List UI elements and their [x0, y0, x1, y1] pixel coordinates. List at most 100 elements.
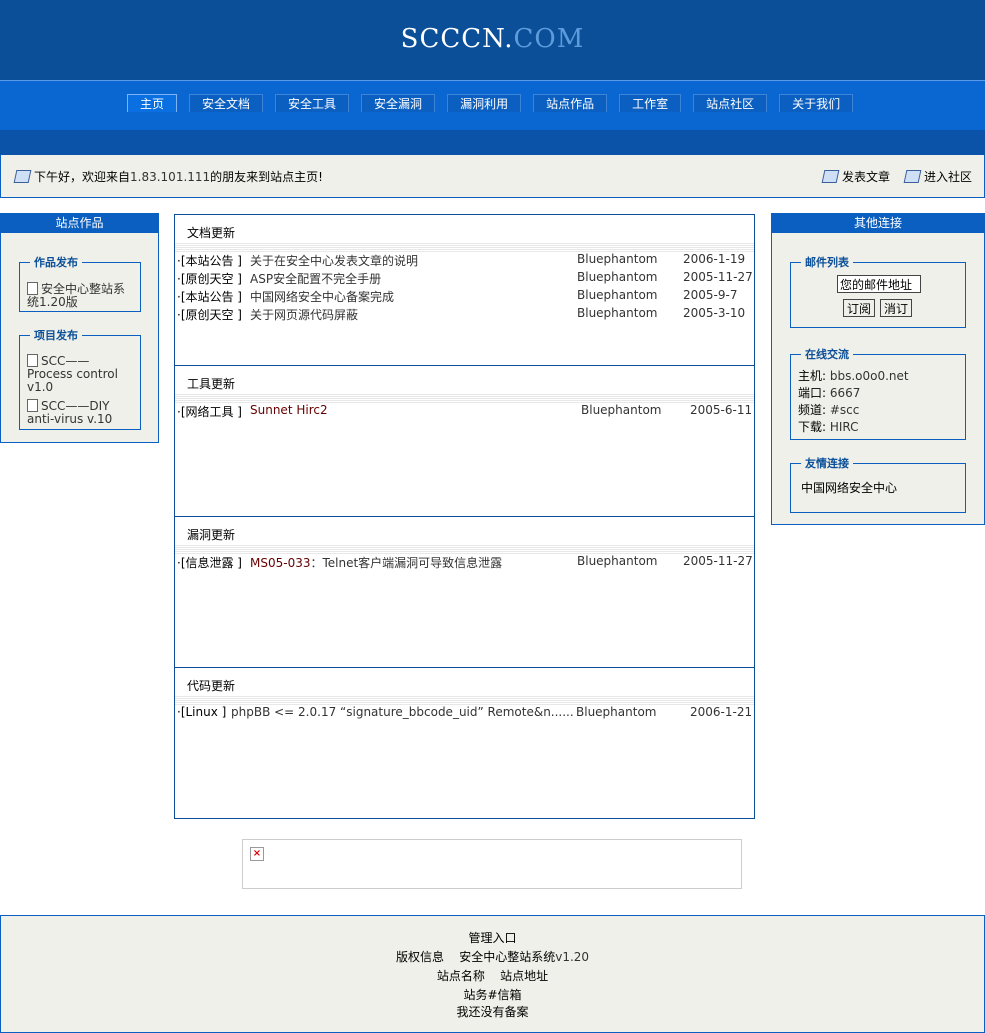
row-title-text: ：Telnet客户端漏洞可导致信息泄露 [310, 556, 503, 570]
row-author: Bluephantom [576, 705, 657, 719]
row-title[interactable]: Sunnet Hirc2 [250, 403, 328, 417]
row-date: 2005-3-10 [683, 306, 746, 320]
pen-icon [13, 170, 32, 183]
post-article-link[interactable]: 发表文章 [821, 168, 891, 185]
copyright-line: 版权信息 安全中心整站系统v1.20 [1, 948, 984, 965]
row-title[interactable]: phpBB <= 2.0.17 “signature_bbcode_uid” R… [231, 705, 574, 719]
online-chat-fieldset: 在线交流 主机: bbs.o0o0.net 端口: 6667 频道: #scc … [790, 346, 966, 440]
system-version: v1.20 [555, 950, 590, 964]
row-title[interactable]: 中国网络安全中心备案完成 [250, 288, 394, 305]
row-category[interactable]: ·[信息泄露 ] [177, 554, 242, 571]
row-category[interactable]: ·[本站公告 ] [177, 252, 242, 269]
record-status: 我还没有备案 [456, 1005, 529, 1019]
row-title[interactable]: 关于网页源代码屏蔽 [250, 306, 358, 323]
admin-entry-link[interactable]: 管理入口 [1, 929, 984, 946]
code-panel-title: 代码更新 [187, 679, 236, 693]
row-category[interactable]: ·[原创天空 ] [177, 270, 242, 287]
row-author: Bluephantom [577, 288, 658, 302]
row-date: 2005-11-27 [683, 554, 753, 568]
nav-band-dark [0, 130, 985, 155]
works-fieldset: 作品发布 安全中心整站系 统1.20版 [19, 254, 141, 312]
port-label: 端口: [798, 386, 830, 400]
pen-icon [903, 170, 922, 183]
row-category[interactable]: ·[Linux ] [177, 705, 226, 719]
project-2-line2: anti-virus v.10 [27, 412, 113, 426]
document-icon [27, 354, 38, 367]
site-address-link[interactable]: 站点地址 [500, 969, 548, 983]
row-category[interactable]: ·[网络工具 ] [177, 403, 242, 420]
docs-panel: 文档更新 ·[本站公告 ] 关于在安全中心发表文章的说明 Bluephantom… [175, 215, 754, 366]
channel-label: 频道: [798, 403, 830, 417]
enter-community-label: 进入社区 [924, 170, 973, 184]
site-name-link[interactable]: 站点名称 [437, 969, 485, 983]
site-footer: 管理入口 版权信息 安全中心整站系统v1.20 站点名称 站点地址 站务#信箱 … [0, 915, 985, 1033]
system-name: 安全中心整站系统 [459, 950, 556, 964]
projects-fieldset: 项目发布 SCC—— Process control v1.0 SCC——DIY… [19, 327, 141, 430]
welcome-post: 的朋友来到站点主页! [210, 170, 323, 184]
table-row: ·[信息泄露 ] MS05-033：Telnet客户端漏洞可导致信息泄露 Blu… [175, 554, 754, 572]
document-icon [27, 399, 38, 412]
site-header: SCCCN.COM [0, 0, 985, 80]
row-date: 2006-1-21 [690, 705, 753, 719]
copyright-link[interactable]: 版权信息 [396, 950, 444, 964]
host-label: 主机: [798, 369, 830, 383]
nav-band [0, 112, 985, 130]
site-logo[interactable]: SCCCN.COM [0, 24, 985, 54]
works-legend: 作品发布 [34, 256, 78, 269]
post-article-label: 发表文章 [842, 170, 891, 184]
project-1-line2: Process control [27, 367, 118, 381]
table-row: ·[本站公告 ] 中国网络安全中心备案完成 Bluephantom 2005-9… [175, 288, 754, 306]
subscribe-button[interactable]: 订阅 [843, 299, 875, 317]
email-input[interactable] [837, 275, 921, 293]
vulns-panel: 漏洞更新 ·[信息泄露 ] MS05-033：Telnet客户端漏洞可导致信息泄… [175, 517, 754, 668]
table-row: ·[网络工具 ] Sunnet Hirc2 Bluephantom 2005-6… [175, 403, 754, 421]
table-row: ·[原创天空 ] 关于网页源代码屏蔽 Bluephantom 2005-3-10 [175, 306, 754, 324]
table-row: ·[本站公告 ] 关于在安全中心发表文章的说明 Bluephantom 2006… [175, 252, 754, 270]
row-date: 2005-11-27 [683, 270, 753, 284]
friend-links-fieldset: 友情连接 中国网络安全中心 [790, 455, 966, 513]
row-author: Bluephantom [577, 270, 658, 284]
host-value: bbs.o0o0.net [829, 369, 909, 383]
left-sidebar: 站点作品 作品发布 安全中心整站系 统1.20版 项目发布 SCC—— Proc… [0, 213, 159, 443]
online-chat-legend: 在线交流 [805, 348, 849, 361]
tools-panel: 工具更新 ·[网络工具 ] Sunnet Hirc2 Bluephantom 2… [175, 366, 754, 517]
table-row: ·[Linux ] phpBB <= 2.0.17 “signature_bbc… [175, 705, 754, 723]
code-panel: 代码更新 ·[Linux ] phpBB <= 2.0.17 “signatur… [175, 668, 754, 818]
visitor-ip: 1.83.101.111 [130, 169, 211, 184]
welcome-bar: 下午好，欢迎来自 1.83.101.111 的朋友来到站点主页! 发表文章 进入社区 [0, 155, 985, 198]
welcome-pre: 下午好，欢迎来自 [34, 170, 131, 184]
row-title[interactable]: ASP安全配置不完全手册 [250, 270, 381, 287]
left-sidebar-title: 站点作品 [1, 214, 158, 233]
logo-text-main: SCCCN. [400, 24, 514, 54]
friend-link[interactable]: 中国网络安全中心 [801, 479, 897, 496]
site-info-line: 站点名称 站点地址 [1, 967, 984, 984]
row-title[interactable]: 关于在安全中心发表文章的说明 [250, 252, 418, 269]
project-item-2[interactable]: SCC——DIY anti-virus v.10 [27, 399, 112, 426]
row-category[interactable]: ·[本站公告 ] [177, 288, 242, 305]
works-item-line2: 统1.20版 [27, 295, 78, 309]
broken-image-icon: × [250, 847, 264, 861]
works-item-link[interactable]: 安全中心整站系 统1.20版 [27, 282, 125, 309]
project-1-line3: v1.0 [27, 380, 54, 394]
main-nav: 主页 安全文档 安全工具 安全漏洞 漏洞利用 站点作品 工作室 站点社区 关于我… [0, 80, 985, 115]
row-author: Bluephantom [577, 554, 658, 568]
enter-community-link[interactable]: 进入社区 [903, 168, 973, 185]
row-author: Bluephantom [581, 403, 662, 417]
vulns-panel-title: 漏洞更新 [187, 528, 236, 542]
row-author: Bluephantom [577, 306, 658, 320]
project-item-1[interactable]: SCC—— Process control v1.0 [27, 354, 118, 394]
row-category[interactable]: ·[原创天空 ] [177, 306, 242, 323]
table-row: ·[原创天空 ] ASP安全配置不完全手册 Bluephantom 2005-1… [175, 270, 754, 288]
projects-legend: 项目发布 [34, 329, 78, 342]
row-date: 2005-6-11 [690, 403, 753, 417]
row-title[interactable]: MS05-033：Telnet客户端漏洞可导致信息泄露 [250, 554, 502, 571]
works-item-line1: 安全中心整站系 [41, 282, 126, 296]
mail-list-legend: 邮件列表 [805, 256, 849, 269]
port-value: 6667 [829, 386, 861, 400]
right-sidebar-title: 其他连接 [772, 214, 984, 233]
service-mail-link[interactable]: 站务#信箱 [1, 986, 984, 1003]
logo-text-com: COM [513, 24, 585, 54]
unsubscribe-button[interactable]: 消订 [880, 299, 912, 317]
download-link[interactable]: HIRC [830, 420, 859, 434]
friend-links-legend: 友情连接 [805, 457, 849, 470]
